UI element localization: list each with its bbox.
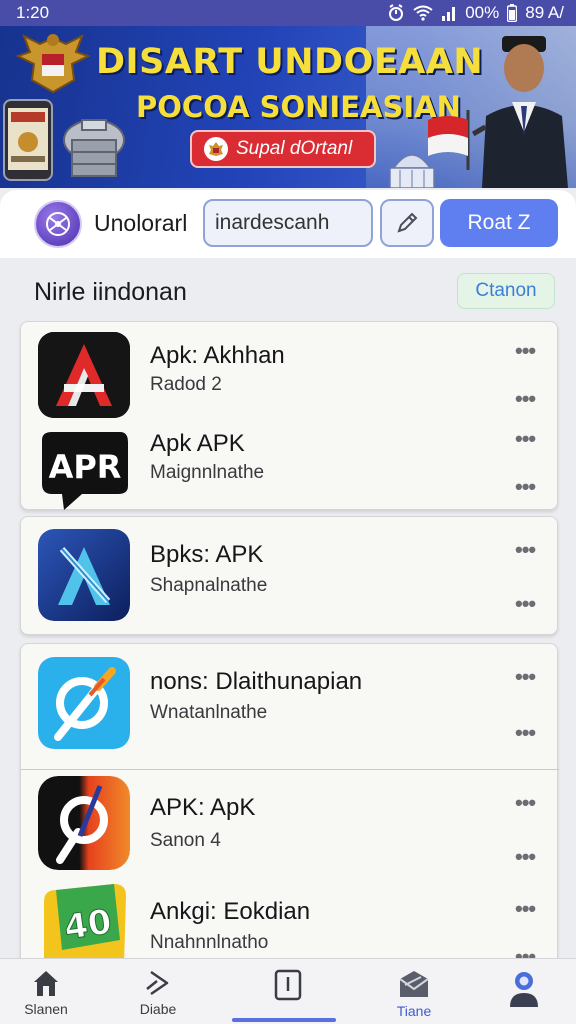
app-subtitle: Sanon 4	[150, 830, 221, 851]
wifi-icon	[413, 5, 433, 21]
app-title: APK: ApK	[150, 794, 256, 821]
app-icon-akhhan	[38, 332, 130, 418]
app-title: Apk APK	[150, 430, 245, 457]
nav-label: Slanen	[24, 1001, 68, 1017]
search-input[interactable]: inardescanh	[203, 199, 373, 247]
more-options-icon[interactable]: •••	[515, 539, 536, 561]
status-icons: 00% 89 A/	[387, 3, 564, 23]
status-time: 1:20	[16, 3, 50, 22]
app-icon-eokdian: 40	[38, 880, 130, 964]
app-card: nons: Dlaithunapian Wnatanlnathe ••• •••	[20, 643, 559, 968]
header-action-button[interactable]: Roat Z	[440, 199, 558, 247]
nav-item-mail[interactable]: Tiane	[374, 959, 454, 1024]
more-options-icon[interactable]: •••	[515, 792, 536, 814]
alarm-icon	[389, 4, 404, 21]
square-icon	[274, 969, 302, 1001]
nav-label: Tiane	[396, 1003, 432, 1019]
more-options-icon[interactable]: •••	[515, 846, 536, 868]
banner-cta-label: Supal dOrtanl	[236, 138, 353, 159]
list-item[interactable]: nons: Dlaithunapian Wnatanlnathe ••• •••	[21, 644, 559, 769]
signal-icon	[442, 7, 456, 21]
promo-banner[interactable]: DISART UNDOEAAN POCOA SONIEASIAN Supal d…	[0, 26, 576, 188]
section-action-button[interactable]: Ctanon	[457, 273, 555, 309]
play-icon	[146, 970, 169, 996]
list-item[interactable]: APR Apk APK Maignnlnathe ••• •••	[21, 416, 559, 511]
list-item[interactable]: APK: ApK Sanon 4 ••• •••	[21, 770, 559, 874]
app-title: Apk: Akhhan	[150, 342, 285, 369]
pencil-icon	[397, 212, 418, 233]
more-options-icon[interactable]: •••	[515, 593, 536, 615]
nav-label: Diabe	[139, 1001, 177, 1017]
nav-item-center[interactable]	[248, 959, 328, 1024]
app-icon-text: 40	[62, 902, 114, 948]
app-subtitle: Maignnlnathe	[150, 462, 265, 483]
nav-item-play[interactable]: Diabe	[118, 959, 198, 1024]
home-icon	[34, 971, 58, 996]
app-card: Bpks: APK Shapnalnathe ••• •••	[20, 516, 558, 635]
status-right-text: 89 A/	[525, 3, 564, 22]
banner-cta-button[interactable]: Supal dOrtanl	[190, 130, 376, 168]
more-options-icon[interactable]: •••	[515, 666, 536, 688]
list-item[interactable]: Apk: Akhhan Radod 2 ••• •••	[21, 322, 559, 418]
app-name: Unolorarl	[94, 210, 188, 236]
profile-icon	[510, 972, 538, 1007]
speaker-portrait-icon	[472, 36, 568, 188]
app-icon-apk	[38, 776, 130, 870]
banner-subtitle: POCOA SONIEASIAN	[136, 90, 461, 124]
phone-illustration-icon	[3, 99, 53, 181]
app-icon-dlaithunapian	[38, 657, 130, 749]
app-subtitle: Nnahnnlnatho	[150, 932, 269, 953]
app-header: Unolorarl inardescanh Roat Z	[0, 190, 576, 258]
nav-active-indicator	[232, 1018, 336, 1022]
more-options-icon[interactable]: •••	[515, 722, 536, 744]
app-subtitle: Radod 2	[150, 374, 222, 395]
app-title: Bpks: APK	[150, 541, 264, 568]
more-options-icon[interactable]: •••	[515, 476, 536, 498]
battery-icon	[507, 4, 518, 22]
nav-item-profile[interactable]	[484, 959, 564, 1024]
app-icon-apr: APR	[38, 426, 130, 512]
status-bar: 1:20 00% 89 A/	[0, 0, 576, 26]
emblem-badge-icon	[204, 137, 228, 161]
battery-percent: 00%	[465, 3, 500, 22]
mail-icon	[399, 971, 429, 997]
more-options-icon[interactable]: •••	[515, 340, 536, 362]
app-logo-icon[interactable]	[34, 200, 82, 248]
more-options-icon[interactable]: •••	[515, 898, 536, 920]
app-card: Apk: Akhhan Radod 2 ••• ••• APR Apk APK …	[20, 321, 558, 510]
more-options-icon[interactable]: •••	[515, 428, 536, 450]
app-title: Ankgi: Eokdian	[150, 898, 311, 925]
section-title: Nirle iindonan	[34, 278, 187, 306]
app-icon-text: APR	[49, 448, 122, 486]
app-icon-bpks	[38, 529, 130, 621]
banner-title: DISART UNDOEAAN	[96, 42, 484, 82]
edit-button[interactable]	[380, 199, 434, 247]
list-item[interactable]: Bpks: APK Shapnalnathe ••• •••	[21, 517, 559, 636]
garuda-emblem-icon	[15, 33, 91, 94]
machine-illustration-icon	[63, 119, 125, 177]
bottom-navigation: Slanen Diabe Tiane	[0, 958, 576, 1024]
app-subtitle: Shapnalnathe	[150, 575, 268, 596]
nav-item-home[interactable]: Slanen	[6, 959, 86, 1024]
more-options-icon[interactable]: •••	[515, 388, 536, 410]
app-title: nons: Dlaithunapian	[150, 668, 363, 695]
list-item[interactable]: 40 Ankgi: Eokdian Nnahnnlnatho ••• •••	[21, 874, 559, 968]
app-subtitle: Wnatanlnathe	[150, 702, 268, 723]
